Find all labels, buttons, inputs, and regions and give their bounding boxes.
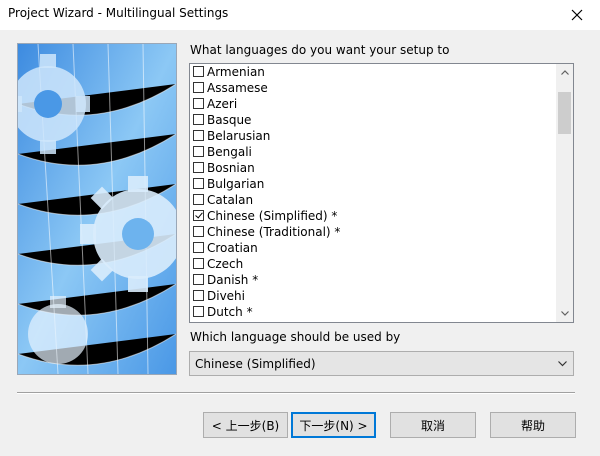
language-checkbox[interactable] — [193, 130, 204, 141]
default-language-value: Chinese (Simplified) — [195, 357, 316, 371]
language-label: Danish * — [207, 273, 259, 287]
default-language-question: Which language should be used by — [190, 330, 401, 344]
title-bar: Project Wizard - Multilingual Settings — [0, 0, 600, 30]
wizard-illustration — [17, 43, 177, 375]
language-checkbox[interactable] — [193, 290, 204, 301]
language-checkbox[interactable] — [193, 258, 204, 269]
language-list[interactable]: Armenian Assamese Azeri Basque Belarusian Ben… — [189, 63, 574, 323]
chevron-up-icon — [560, 70, 569, 75]
close-icon — [571, 9, 583, 21]
language-item[interactable]: Azeri — [190, 96, 556, 112]
language-item[interactable]: Divehi — [190, 288, 556, 304]
chevron-down-icon — [560, 311, 569, 316]
language-label: Azeri — [207, 97, 238, 111]
language-label: Chinese (Traditional) * — [207, 225, 341, 239]
language-label: Dutch * — [207, 305, 253, 319]
language-item[interactable]: Chinese (Simplified) * — [190, 208, 556, 224]
chevron-down-icon — [558, 356, 567, 370]
language-label: Basque — [207, 113, 252, 127]
language-checkbox[interactable] — [193, 242, 204, 253]
language-label: Catalan — [207, 193, 254, 207]
language-checkbox[interactable] — [193, 306, 204, 317]
language-label: Belarusian — [207, 129, 271, 143]
help-button[interactable]: 帮助 — [490, 412, 576, 438]
close-button[interactable] — [554, 0, 600, 30]
language-label: Assamese — [207, 81, 268, 95]
language-item[interactable]: Bengali — [190, 144, 556, 160]
default-language-select[interactable]: Chinese (Simplified) — [189, 351, 574, 376]
language-item[interactable]: Armenian — [190, 64, 556, 80]
language-checkbox[interactable] — [193, 66, 204, 77]
language-item[interactable]: Bulgarian — [190, 176, 556, 192]
language-item[interactable]: Czech — [190, 256, 556, 272]
language-label: Divehi — [207, 289, 245, 303]
language-items: Armenian Assamese Azeri Basque Belarusian Ben… — [190, 64, 556, 320]
language-checkbox[interactable] — [193, 162, 204, 173]
language-item[interactable]: Dutch * — [190, 304, 556, 320]
language-label: Bengali — [207, 145, 252, 159]
language-item[interactable]: Danish * — [190, 272, 556, 288]
languages-question: What languages do you want your setup to — [190, 43, 450, 57]
language-label: Czech — [207, 257, 244, 271]
language-checkbox[interactable] — [193, 82, 204, 93]
back-button[interactable]: < 上一步(B) — [203, 412, 288, 438]
language-checkbox[interactable] — [193, 114, 204, 125]
language-checkbox[interactable] — [193, 210, 204, 221]
language-label: Croatian — [207, 241, 258, 255]
language-checkbox[interactable] — [193, 98, 204, 109]
vertical-scrollbar[interactable] — [556, 64, 573, 322]
language-checkbox[interactable] — [193, 194, 204, 205]
language-label: Chinese (Simplified) * — [207, 209, 338, 223]
language-checkbox[interactable] — [193, 274, 204, 285]
window-title: Project Wizard - Multilingual Settings — [8, 6, 229, 20]
scroll-thumb[interactable] — [558, 92, 571, 134]
language-item[interactable]: Bosnian — [190, 160, 556, 176]
language-item[interactable]: Belarusian — [190, 128, 556, 144]
scroll-down-button[interactable] — [556, 305, 573, 322]
language-item[interactable]: Chinese (Traditional) * — [190, 224, 556, 240]
language-item[interactable]: Croatian — [190, 240, 556, 256]
next-button[interactable]: 下一步(N) > — [291, 412, 376, 438]
separator — [17, 392, 575, 394]
language-label: Bosnian — [207, 161, 255, 175]
language-checkbox[interactable] — [193, 226, 204, 237]
cancel-button[interactable]: 取消 — [390, 412, 476, 438]
scroll-up-button[interactable] — [556, 64, 573, 81]
language-item[interactable]: Basque — [190, 112, 556, 128]
language-checkbox[interactable] — [193, 146, 204, 157]
language-label: Armenian — [207, 65, 265, 79]
language-label: Bulgarian — [207, 177, 265, 191]
language-checkbox[interactable] — [193, 178, 204, 189]
language-item[interactable]: Assamese — [190, 80, 556, 96]
language-item[interactable]: Catalan — [190, 192, 556, 208]
